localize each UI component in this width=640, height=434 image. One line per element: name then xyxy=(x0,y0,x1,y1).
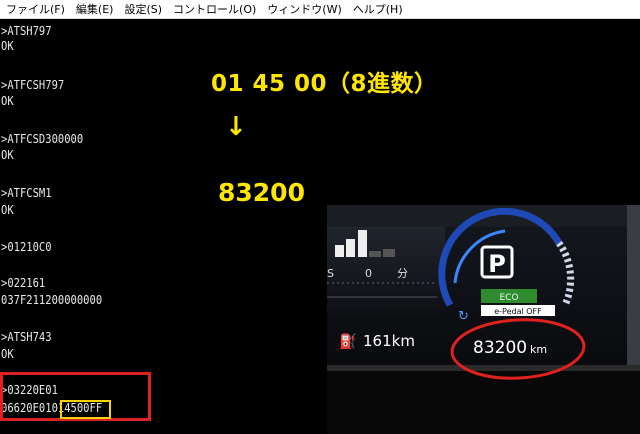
odometer-bytes-highlight xyxy=(60,400,111,419)
range-icon: ⛽ xyxy=(339,333,356,350)
hex-value-annotation: 01 45 00（8進数） xyxy=(211,71,438,97)
menu-help[interactable]: ヘルプ(H) xyxy=(347,0,408,19)
dash-zero-label: 0 xyxy=(365,267,372,280)
menu-settings[interactable]: 設定(S) xyxy=(118,0,167,19)
arrow-down-icon: ↓ xyxy=(225,112,247,142)
dash-trim xyxy=(327,365,640,371)
terminal-line: 037F211200000000 xyxy=(1,292,103,307)
dash-right-edge xyxy=(627,205,640,365)
terminal-line: >022161 xyxy=(1,275,46,290)
menu-file[interactable]: ファイル(F) xyxy=(0,0,70,19)
range-value: 161km xyxy=(363,332,415,350)
dashboard-illustration: S 0 分 P ECO e-Pedal OFF ↻ ⛽ 161km 83200 … xyxy=(327,205,640,434)
menu-window[interactable]: ウィンドウ(W) xyxy=(261,0,346,19)
epedal-label: e-Pedal OFF xyxy=(494,307,542,316)
terminal-line: OK xyxy=(1,346,14,361)
dash-minute-label: 分 xyxy=(397,267,408,280)
eco-label: ECO xyxy=(499,293,518,303)
terminal-line: OK xyxy=(1,93,14,108)
terminal-line: >ATFCSH797 xyxy=(1,77,65,92)
menu-bar: ファイル(F) 編集(E) 設定(S) コントロール(O) ウィンドウ(W) ヘ… xyxy=(0,0,640,19)
eco-leaf-icon: ↻ xyxy=(458,309,469,324)
terminal-line: >01210C0 xyxy=(1,239,52,254)
terminal-line: OK xyxy=(1,147,14,162)
gear-p-label: P xyxy=(488,250,506,278)
terminal-line: >ATFCSM1 xyxy=(1,185,52,200)
dashboard-photo: S 0 分 P ECO e-Pedal OFF ↻ ⛽ 161km 83200 … xyxy=(327,205,640,434)
terminal-line: >ATSH797 xyxy=(1,23,52,38)
menu-control[interactable]: コントロール(O) xyxy=(167,0,261,19)
lcd-left-panel xyxy=(327,227,445,317)
decimal-value-annotation: 83200 xyxy=(218,178,305,207)
terminal-line: OK xyxy=(1,38,14,53)
dash-bottom xyxy=(327,371,640,434)
dash-s-label: S xyxy=(327,267,334,280)
terminal-line: >ATFCSD300000 xyxy=(1,131,84,146)
odometer-unit: km xyxy=(530,343,547,356)
terminal-line: >ATSH743 xyxy=(1,329,52,344)
terminal-line: OK xyxy=(1,202,14,217)
menu-edit[interactable]: 編集(E) xyxy=(70,0,119,19)
odometer-value: 83200 xyxy=(473,338,527,358)
